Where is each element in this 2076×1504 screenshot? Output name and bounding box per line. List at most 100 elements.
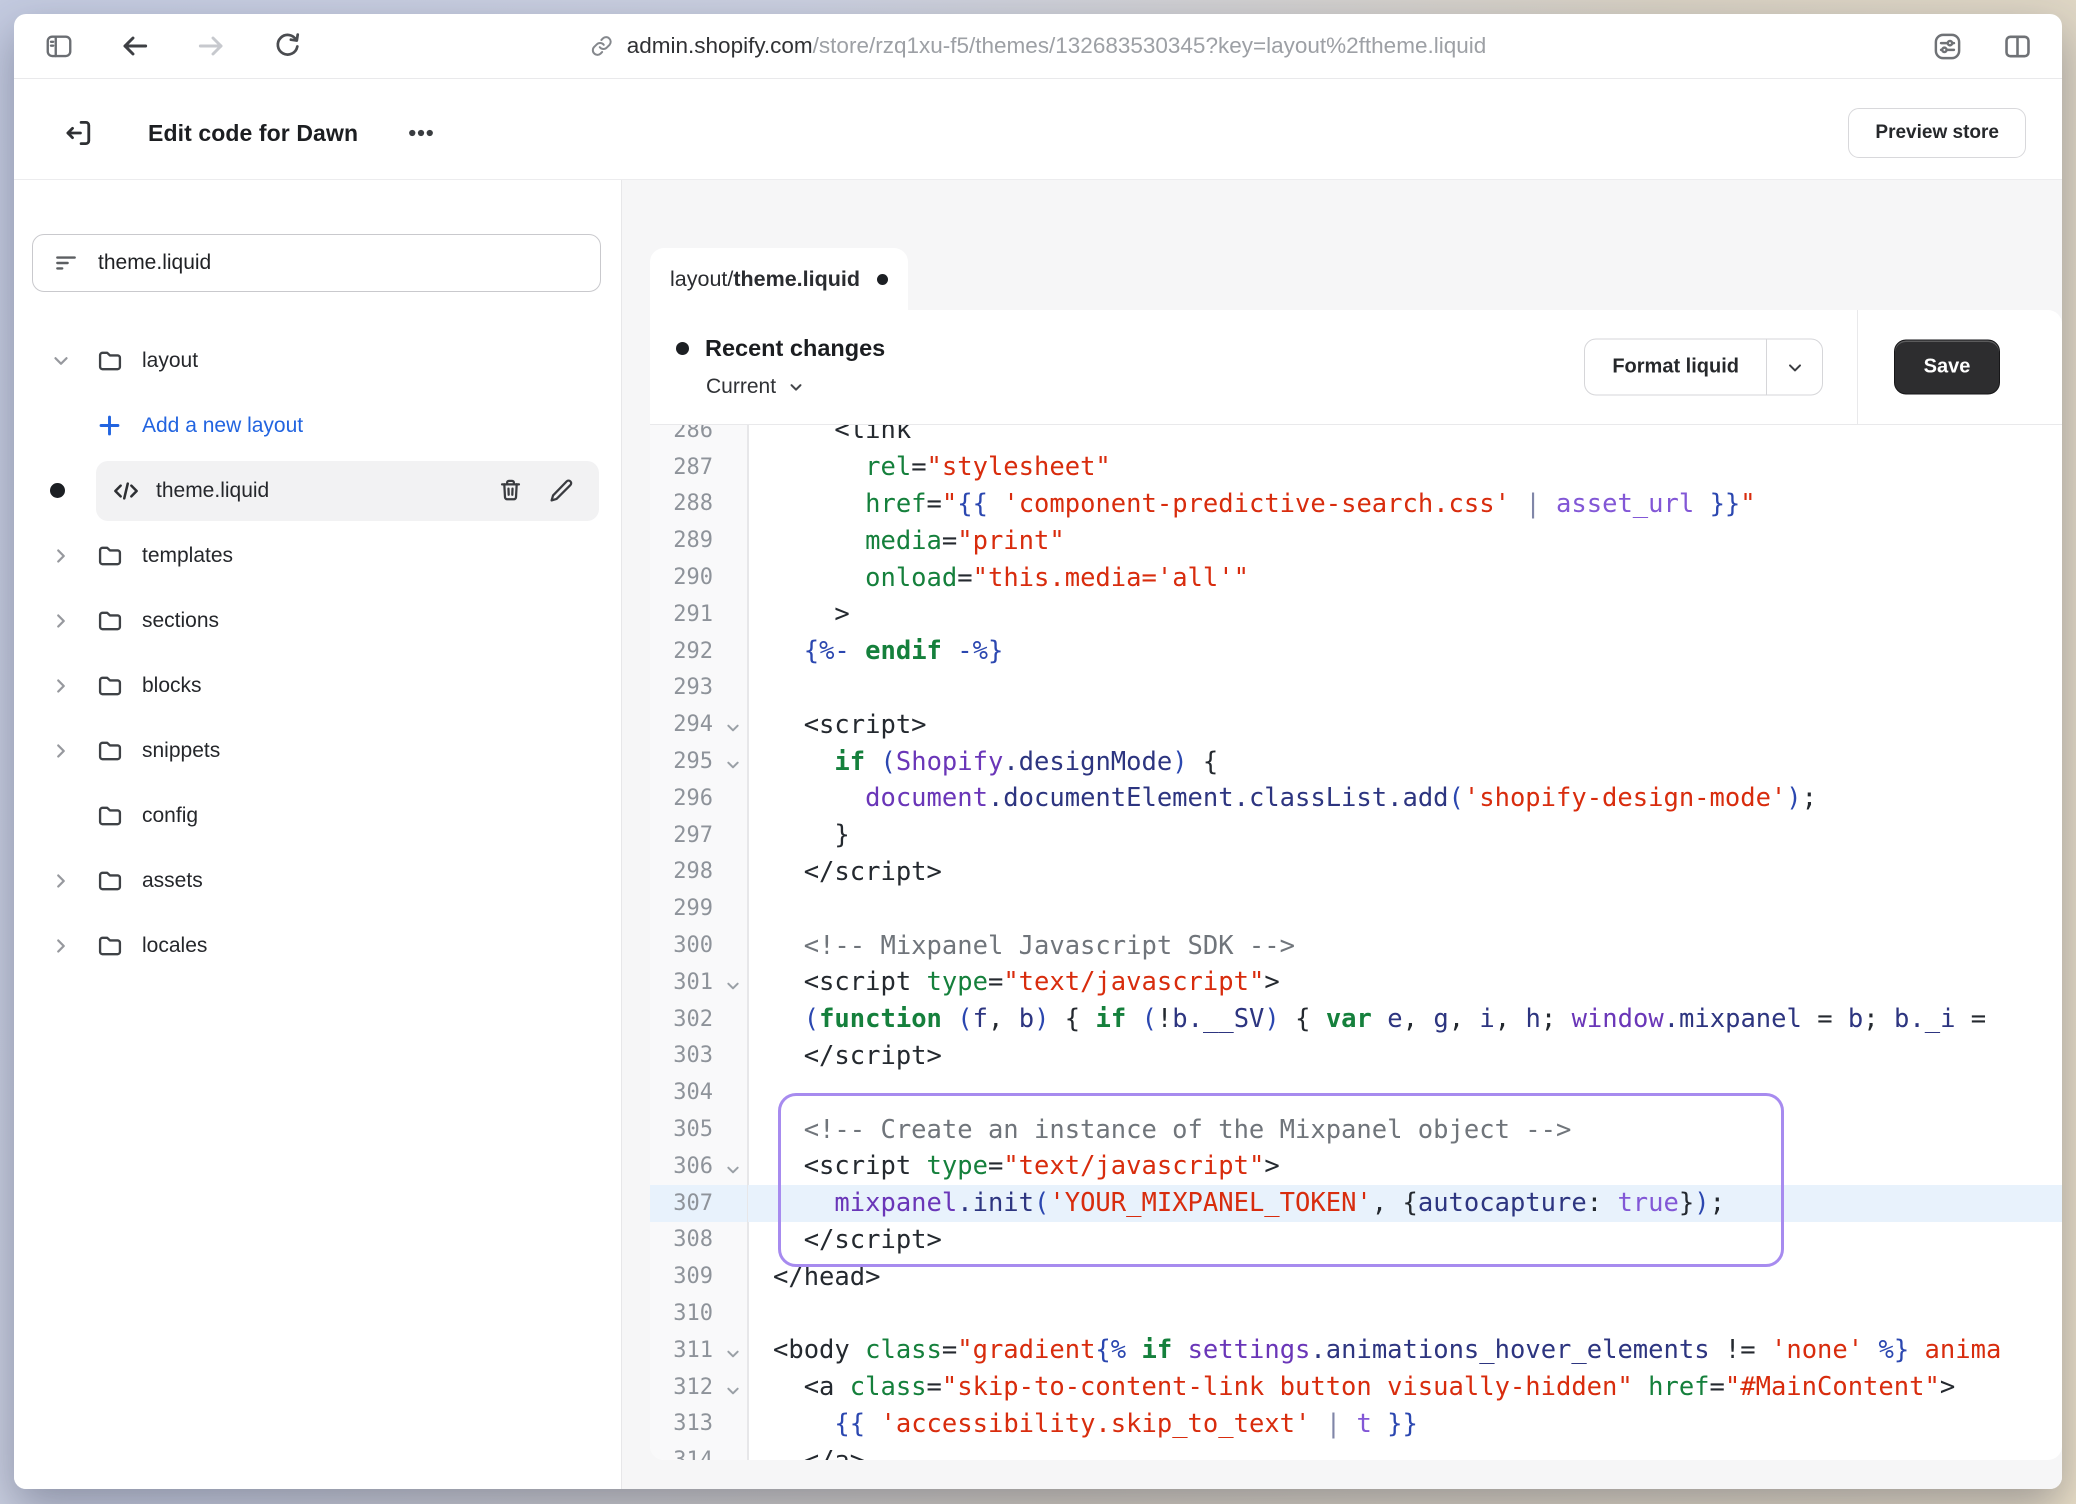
code-text[interactable]: mixpanel.init('YOUR_MIXPANEL_TOKEN', {au… [747,1185,2062,1222]
chevron-right-icon[interactable] [32,870,96,892]
version-selector[interactable]: Current [676,375,885,399]
code-line-297[interactable]: 297 } [650,817,2062,854]
save-button[interactable]: Save [1894,340,2000,395]
fold-toggle-icon[interactable] [725,1162,741,1178]
fold-toggle-icon[interactable] [725,1383,741,1399]
code-text[interactable]: <a class="skip-to-content-link button vi… [747,1369,2062,1406]
rename-file-icon[interactable] [548,477,575,504]
code-line-302[interactable]: 302 (function (f, b) { if (!b.__SV) { va… [650,1001,2062,1038]
code-text[interactable]: <script> [747,706,2062,743]
forward-button-icon[interactable] [194,29,228,63]
code-text[interactable]: </a> [747,1442,2062,1460]
code-line-295[interactable]: 295 if (Shopify.designMode) { [650,743,2062,780]
sidebar-item-theme-liquid[interactable]: theme.liquid [32,458,601,523]
code-line-293[interactable]: 293 [650,670,2062,707]
fold-toggle-icon[interactable] [725,978,741,994]
code-text[interactable] [747,1074,2062,1111]
fold-toggle-icon[interactable] [725,1346,741,1362]
page-settings-icon[interactable] [1930,29,1964,63]
chevron-right-icon[interactable] [32,545,96,567]
split-view-icon[interactable] [2000,29,2034,63]
code-line-306[interactable]: 306 <script type="text/javascript"> [650,1148,2062,1185]
code-text[interactable]: onload="this.media='all'" [747,559,2062,596]
code-line-286[interactable]: 286 <link [650,425,2062,449]
code-text[interactable]: <script type="text/javascript"> [747,1148,2062,1185]
code-line-303[interactable]: 303 </script> [650,1038,2062,1075]
delete-file-icon[interactable] [497,477,524,504]
chevron-right-icon[interactable] [32,935,96,957]
chevron-down-icon[interactable] [32,350,96,372]
address-bar[interactable]: admin.shopify.com/store/rzq1xu-f5/themes… [590,33,1486,59]
sidebar-item-assets[interactable]: assets [32,848,601,913]
code-text[interactable]: (function (f, b) { if (!b.__SV) { var e,… [747,1001,2062,1038]
code-line-294[interactable]: 294 <script> [650,706,2062,743]
selected-file-pill[interactable]: theme.liquid [96,461,599,521]
sidebar-item-layout[interactable]: layout [32,328,601,393]
code-text[interactable]: rel="stylesheet" [747,449,2062,486]
sidebar-item-locales[interactable]: locales [32,913,601,978]
code-line-311[interactable]: 311<body class="gradient{% if settings.a… [650,1332,2062,1369]
code-editor[interactable]: 286 <link287 rel="stylesheet"288 href="{… [650,425,2062,1460]
code-line-291[interactable]: 291 > [650,596,2062,633]
code-text[interactable]: </script> [747,854,2062,891]
code-text[interactable]: </script> [747,1038,2062,1075]
format-liquid-button[interactable]: Format liquid [1585,340,1766,395]
code-line-296[interactable]: 296 document.documentElement.classList.a… [650,780,2062,817]
back-button-icon[interactable] [118,29,152,63]
reload-button-icon[interactable] [270,29,304,63]
code-text[interactable]: document.documentElement.classList.add('… [747,780,2062,817]
chevron-right-icon[interactable] [32,675,96,697]
sidebar-item-blocks[interactable]: blocks [32,653,601,718]
search-input[interactable] [96,250,580,276]
code-text[interactable]: </script> [747,1222,2062,1259]
tab-theme-liquid[interactable]: layout/theme.liquid [650,248,908,310]
code-text[interactable]: media="print" [747,522,2062,559]
code-text[interactable]: {{ 'accessibility.skip_to_text' | t }} [747,1406,2062,1443]
code-line-298[interactable]: 298 </script> [650,854,2062,891]
sidebar-item-sections[interactable]: sections [32,588,601,653]
code-text[interactable]: } [747,817,2062,854]
chevron-right-icon[interactable] [32,740,96,762]
code-line-288[interactable]: 288 href="{{ 'component-predictive-searc… [650,486,2062,523]
sidebar-toggle-icon[interactable] [42,29,76,63]
fold-toggle-icon[interactable] [725,757,741,773]
more-actions-icon[interactable] [404,116,438,150]
sidebar-item-config[interactable]: config [32,783,601,848]
fold-toggle-icon[interactable] [725,720,741,736]
code-line-300[interactable]: 300 <!-- Mixpanel Javascript SDK --> [650,927,2062,964]
code-text[interactable]: <!-- Mixpanel Javascript SDK --> [747,927,2062,964]
code-line-307[interactable]: 307 mixpanel.init('YOUR_MIXPANEL_TOKEN',… [650,1185,2062,1222]
code-text[interactable]: <!-- Create an instance of the Mixpanel … [747,1111,2062,1148]
code-text[interactable]: > [747,596,2062,633]
code-text[interactable]: {%- endif -%} [747,633,2062,670]
code-line-312[interactable]: 312 <a class="skip-to-content-link butto… [650,1369,2062,1406]
sidebar-item-templates[interactable]: templates [32,523,601,588]
preview-store-button[interactable]: Preview store [1848,108,2026,158]
code-text[interactable]: <body class="gradient{% if settings.anim… [747,1332,2062,1369]
code-line-290[interactable]: 290 onload="this.media='all'" [650,559,2062,596]
code-text[interactable] [747,670,2062,707]
code-line-308[interactable]: 308 </script> [650,1222,2062,1259]
code-line-309[interactable]: 309</head> [650,1258,2062,1295]
code-line-287[interactable]: 287 rel="stylesheet" [650,449,2062,486]
code-line-313[interactable]: 313 {{ 'accessibility.skip_to_text' | t … [650,1406,2062,1443]
code-line-305[interactable]: 305 <!-- Create an instance of the Mixpa… [650,1111,2062,1148]
sidebar-item-add-a-new-layout[interactable]: Add a new layout [32,393,601,458]
code-text[interactable]: if (Shopify.designMode) { [747,743,2062,780]
code-line-292[interactable]: 292 {%- endif -%} [650,633,2062,670]
code-text[interactable] [747,1295,2062,1332]
code-text[interactable]: <script type="text/javascript"> [747,964,2062,1001]
code-line-304[interactable]: 304 [650,1074,2062,1111]
code-text[interactable] [747,890,2062,927]
code-line-289[interactable]: 289 media="print" [650,522,2062,559]
chevron-right-icon[interactable] [32,610,96,632]
code-line-301[interactable]: 301 <script type="text/javascript"> [650,964,2062,1001]
code-text[interactable]: href="{{ 'component-predictive-search.cs… [747,486,2062,523]
code-line-299[interactable]: 299 [650,890,2062,927]
code-line-310[interactable]: 310 [650,1295,2062,1332]
code-text[interactable]: <link [747,425,2062,449]
format-options-chevron[interactable] [1766,340,1822,395]
file-search-box[interactable] [32,234,601,292]
code-text[interactable]: </head> [747,1258,2062,1295]
exit-editor-icon[interactable] [62,116,96,150]
